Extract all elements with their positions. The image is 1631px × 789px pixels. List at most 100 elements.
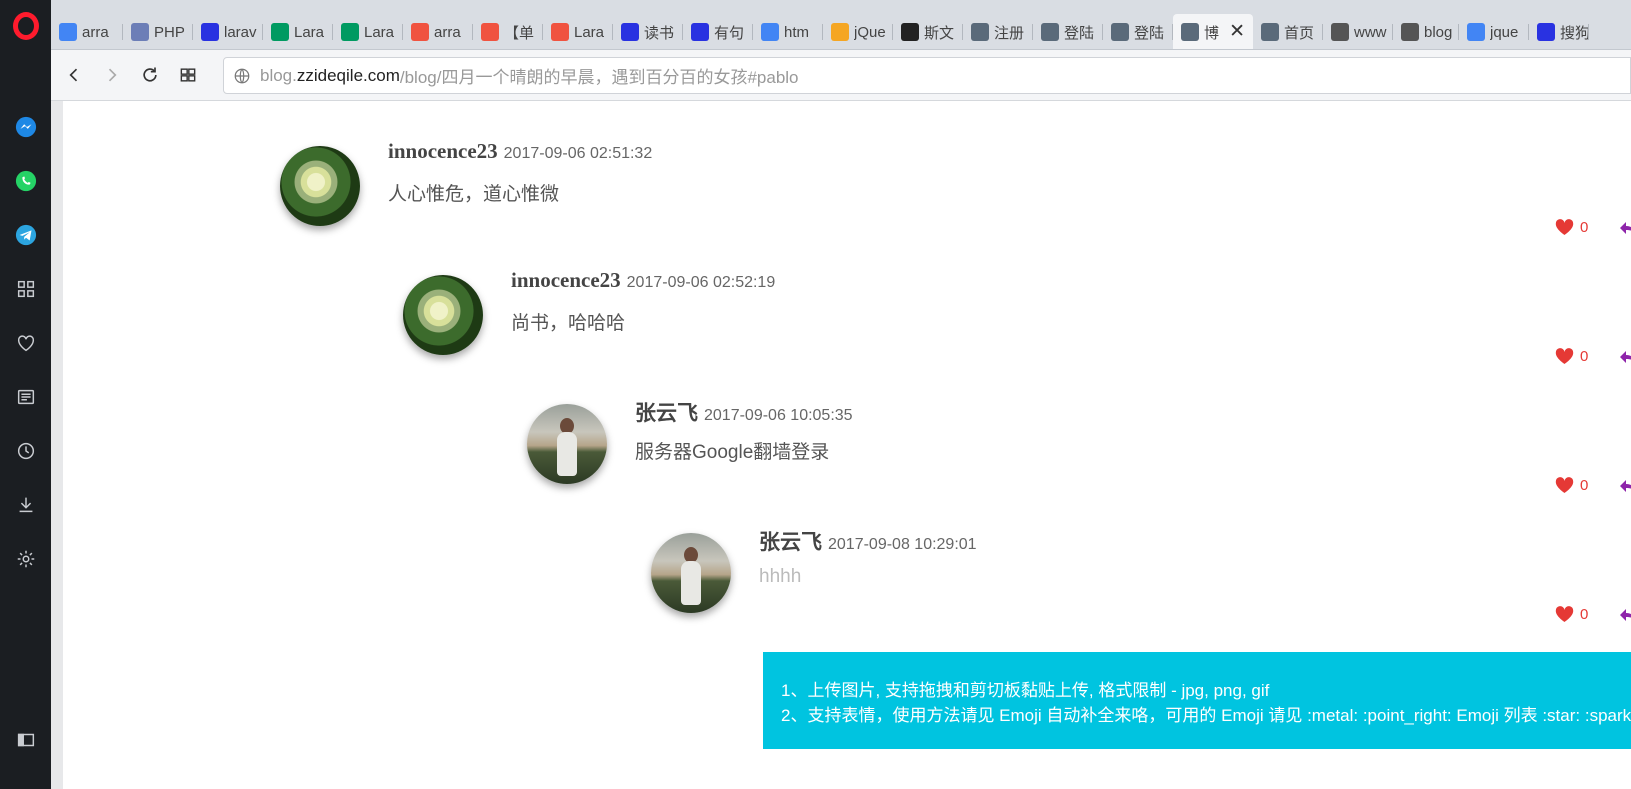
tab-label: PHP [154, 23, 185, 41]
tip-line-1: 1、上传图片, 支持拖拽和剪切板黏贴上传, 格式限制 - jpg, png, g… [781, 681, 1270, 700]
laravel-icon [411, 23, 429, 41]
url-field[interactable]: blog. zzideqile.com/blog/四月一个晴朗的早晨，遇到百分百的… [223, 57, 1631, 94]
tab-label: Lara [294, 23, 325, 41]
like-count: 0 [1580, 218, 1589, 236]
reply-icon[interactable] [1618, 349, 1631, 365]
tab-18[interactable]: www [1323, 14, 1393, 49]
comment-author-name[interactable]: innocence23 [511, 268, 621, 292]
google-icon [1467, 23, 1485, 41]
messenger-icon[interactable] [12, 113, 40, 141]
tab-label: 注册 [994, 24, 1025, 42]
tab-9[interactable]: 有句 [683, 14, 753, 49]
tab-label: Lara [574, 23, 605, 41]
tab-label: arra [82, 23, 109, 41]
comment-author[interactable]: 张云飞 2017-09-08 10:29:01 [759, 526, 977, 556]
telegram-icon[interactable] [12, 221, 40, 249]
comment-item: 张云飞 2017-09-08 10:29:01 hhhh 0 [651, 530, 1631, 657]
avatar[interactable] [527, 404, 607, 484]
comment-author-name[interactable]: 张云飞 [759, 530, 822, 554]
segmentfault-icon [271, 23, 289, 41]
lantern-icon [971, 23, 989, 41]
tab-12[interactable]: 斯文 [893, 14, 963, 49]
bookmarks-heart-icon[interactable] [12, 329, 40, 357]
whatsapp-icon[interactable] [12, 167, 40, 195]
tab-1[interactable]: PHP [123, 14, 193, 49]
comment-author[interactable]: innocence23 2017-09-06 02:52:19 [511, 268, 775, 293]
laravel-icon [481, 23, 499, 41]
tab-11[interactable]: jQue [823, 14, 893, 49]
tab-label: 【单 [504, 24, 535, 42]
like-button[interactable]: 0 [1555, 605, 1588, 623]
history-clock-icon[interactable] [12, 437, 40, 465]
news-icon[interactable] [12, 383, 40, 411]
tab-label: 读书 [644, 24, 675, 42]
downloads-icon[interactable] [12, 491, 40, 519]
reload-icon[interactable] [137, 62, 163, 88]
speed-dial-icon[interactable] [12, 275, 40, 303]
q-search-icon [831, 23, 849, 41]
tab-7[interactable]: Lara [543, 14, 613, 49]
like-button[interactable]: 0 [1555, 476, 1588, 494]
tab-label: 博 [1204, 24, 1220, 42]
tab-16[interactable]: 博 ✕ [1173, 14, 1253, 49]
tab-close-icon[interactable]: ✕ [1229, 22, 1245, 41]
tab-6[interactable]: 【单 [473, 14, 543, 49]
baidu-paw-icon [201, 23, 219, 41]
tab-8[interactable]: 读书 [613, 14, 683, 49]
tab-label: 斯文 [924, 24, 955, 42]
heart-icon [1555, 219, 1574, 235]
sidebar-toggle-icon[interactable] [12, 726, 40, 754]
lantern-icon [1261, 23, 1279, 41]
tab-overview-icon[interactable] [175, 62, 201, 88]
tab-21[interactable]: 搜狗 [1529, 14, 1589, 49]
segmentfault-icon [341, 23, 359, 41]
tab-17[interactable]: 首页 [1253, 14, 1323, 49]
like-count: 0 [1580, 605, 1589, 623]
tab-label: www [1354, 23, 1387, 41]
reply-icon[interactable] [1618, 607, 1631, 623]
tab-20[interactable]: jque [1459, 14, 1529, 49]
like-button[interactable]: 0 [1555, 347, 1588, 365]
tab-14[interactable]: 登陆 [1033, 14, 1103, 49]
tab-19[interactable]: blog [1393, 14, 1459, 49]
tab-15[interactable]: 登陆 [1103, 14, 1173, 49]
avatar[interactable] [651, 533, 731, 613]
opera-sidebar [0, 0, 51, 789]
comment-item: 张云飞 2017-09-06 10:05:35 服务器Google翻墙登录 0 [527, 401, 1631, 528]
tab-label: jque [1490, 23, 1519, 41]
tab-5[interactable]: arra [403, 14, 473, 49]
comment-date: 2017-09-06 10:05:35 [704, 407, 853, 424]
comment-author[interactable]: 张云飞 2017-09-06 10:05:35 [635, 397, 853, 427]
settings-gear-icon[interactable] [12, 545, 40, 573]
tab-strip: arra PHP larav Lara Lara arra 【单 Lara 读书 有句 htm jQu… [51, 0, 1631, 50]
reply-icon[interactable] [1618, 220, 1631, 236]
like-count: 0 [1580, 476, 1589, 494]
tab-label: 登陆 [1134, 24, 1165, 42]
tab-3[interactable]: Lara [263, 14, 333, 49]
opera-logo-icon[interactable] [13, 12, 39, 40]
comment-author[interactable]: innocence23 2017-09-06 02:51:32 [388, 139, 652, 164]
tab-label: 搜狗 [1560, 24, 1589, 42]
comment-text: hhhh [759, 566, 802, 587]
file-icon [1401, 23, 1419, 41]
comment-author-name[interactable]: innocence23 [388, 139, 498, 163]
tip-line-2: 2、支持表情，使用方法请见 Emoji 自动补全来咯，可用的 Emoji 请见 … [781, 706, 1631, 725]
avatar[interactable] [403, 275, 483, 355]
reply-icon[interactable] [1618, 478, 1631, 494]
back-icon[interactable] [61, 62, 87, 88]
tab-4[interactable]: Lara [333, 14, 403, 49]
avatar[interactable] [280, 146, 360, 226]
tab-10[interactable]: htm [753, 14, 823, 49]
tab-13[interactable]: 注册 [963, 14, 1033, 49]
comment-author-name[interactable]: 张云飞 [635, 401, 698, 425]
tab-2[interactable]: larav [193, 14, 263, 49]
forward-icon[interactable] [99, 62, 125, 88]
comment-date: 2017-09-08 10:29:01 [828, 536, 977, 553]
url-prefix: blog. [260, 65, 297, 85]
comment-text: 人心惟危，道心惟微 [388, 184, 560, 205]
like-button[interactable]: 0 [1555, 218, 1588, 236]
tab-label: 首页 [1284, 24, 1315, 42]
tab-0[interactable]: arra [51, 14, 123, 49]
tab-label: 有句 [714, 24, 745, 42]
google-icon [761, 23, 779, 41]
